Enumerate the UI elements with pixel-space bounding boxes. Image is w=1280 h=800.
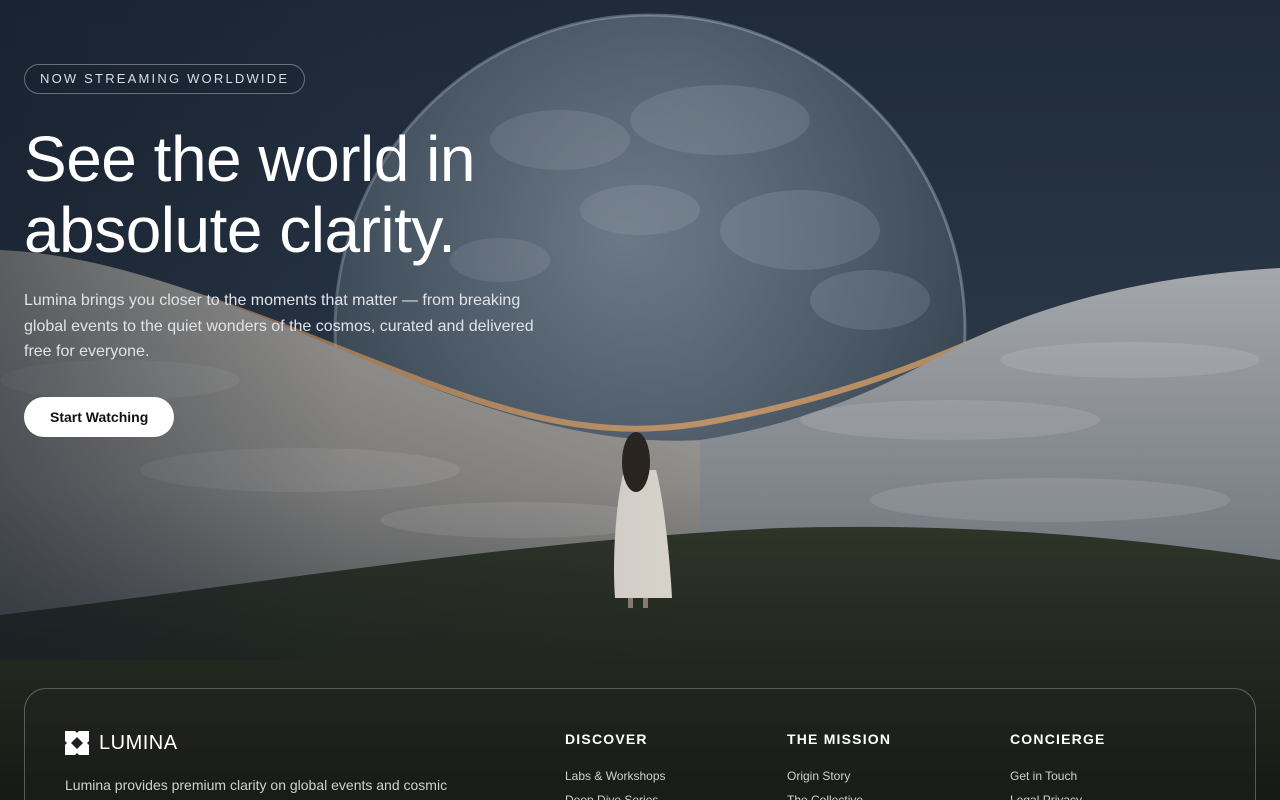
column-title: DISCOVER — [565, 731, 648, 747]
footer-link-labs-workshops[interactable]: Labs & Workshops — [565, 764, 765, 788]
hero-headline: See the world in absolute clarity. — [24, 124, 584, 266]
hero-section: NOW STREAMING WORLDWIDE See the world in… — [24, 64, 584, 437]
footer-column-discover: DISCOVER Labs & Workshops Deep Dive Seri… — [565, 731, 765, 800]
footer-link-deep-dive-series[interactable]: Deep Dive Series — [565, 788, 765, 800]
site-footer: LUMINA Lumina provides premium clarity o… — [24, 688, 1256, 800]
footer-link-origin-story[interactable]: Origin Story — [787, 764, 987, 788]
diamond-quad-logo-icon — [65, 731, 89, 755]
footer-column-concierge: CONCIERGE Get in Touch Legal Privacy — [1010, 731, 1210, 800]
hero-description: Lumina brings you closer to the moments … — [24, 292, 534, 360]
brand-description: Lumina provides premium clarity on globa… — [65, 777, 448, 793]
footer-link-legal-privacy[interactable]: Legal Privacy — [1010, 788, 1210, 800]
column-title: CONCIERGE — [1010, 731, 1106, 747]
brand-lockup[interactable]: LUMINA — [65, 731, 178, 755]
headline-line-1: See the world in — [24, 123, 475, 195]
streaming-badge: NOW STREAMING WORLDWIDE — [24, 64, 306, 94]
footer-link-the-collective[interactable]: The Collective — [787, 788, 987, 800]
start-watching-button[interactable]: Start Watching — [24, 396, 175, 437]
footer-column-mission: THE MISSION Origin Story The Collective — [787, 731, 987, 800]
footer-link-get-in-touch[interactable]: Get in Touch — [1010, 764, 1210, 788]
column-title: THE MISSION — [787, 731, 892, 747]
headline-line-2: absolute clarity. — [24, 194, 456, 266]
brand-name: LUMINA — [99, 731, 178, 754]
